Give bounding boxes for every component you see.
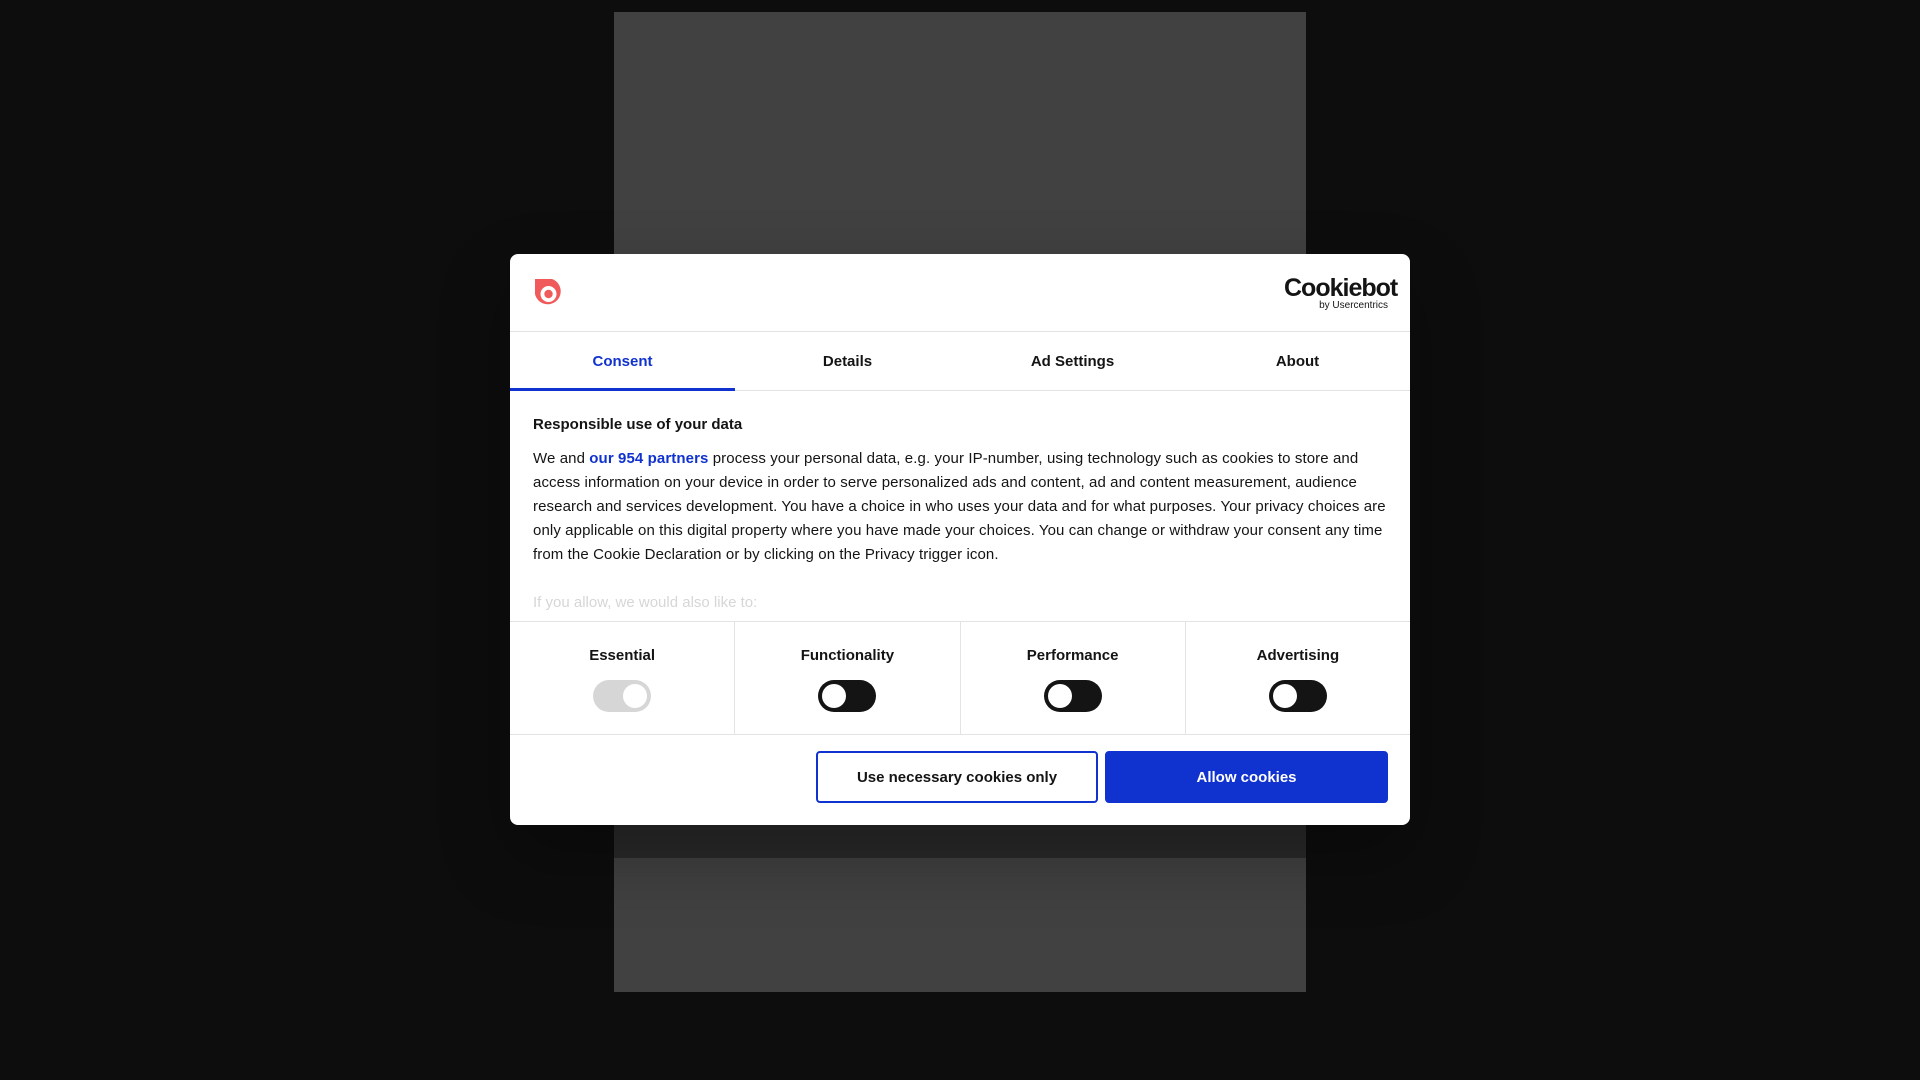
toggle-functionality-label: Functionality [800, 647, 895, 664]
toggle-essential-label: Essential [589, 647, 656, 664]
use-necessary-cookies-button[interactable]: Use necessary cookies only [816, 751, 1098, 803]
advertising-switch[interactable] [1268, 680, 1327, 712]
toggle-essential: Essential [510, 622, 736, 734]
essential-switch [593, 680, 652, 712]
tab-ad-settings[interactable]: Ad Settings [960, 332, 1185, 390]
dialog-footer: Use necessary cookies only Allow cookies [510, 734, 1410, 825]
partners-link[interactable]: our 954 partners [589, 450, 708, 467]
additional-purposes-text: If you allow, we would also like to: [533, 594, 758, 611]
page-background-strip [614, 825, 1306, 858]
functionality-switch[interactable] [818, 680, 877, 712]
toggle-advertising: Advertising [1186, 622, 1410, 734]
switch-knob [623, 684, 648, 708]
cookiebot-logo-word: Cookiebot [1284, 274, 1398, 302]
cookie-consent-dialog: Cookiebot by Usercentrics Consent Detail… [510, 254, 1410, 825]
switch-knob [1047, 684, 1072, 708]
performance-switch[interactable] [1043, 680, 1102, 712]
tab-details[interactable]: Details [735, 332, 960, 390]
toggle-performance: Performance [961, 622, 1186, 734]
consent-description: We and our 954 partners process your per… [533, 447, 1387, 567]
allow-cookies-button[interactable]: Allow cookies [1105, 751, 1388, 803]
switch-knob [822, 684, 847, 708]
toggle-advertising-label: Advertising [1256, 647, 1340, 664]
tab-about[interactable]: About [1185, 332, 1410, 390]
tab-consent[interactable]: Consent [510, 332, 735, 391]
cookiebot-logo[interactable]: Cookiebot by Usercentrics [1284, 274, 1398, 312]
switch-knob [1272, 684, 1297, 708]
description-text-start: We and [533, 450, 590, 467]
toggle-functionality: Functionality [735, 622, 961, 734]
consent-toggles: Essential Functionality Performance Adve… [510, 621, 1410, 735]
consent-title: Responsible use of your data [533, 416, 743, 433]
toggle-performance-label: Performance [1026, 647, 1119, 664]
target-icon [535, 279, 561, 305]
tab-bar: Consent Details Ad Settings About [510, 332, 1410, 391]
dialog-header: Cookiebot by Usercentrics [510, 254, 1410, 332]
consent-body[interactable]: Responsible use of your data We and our … [533, 391, 1387, 621]
